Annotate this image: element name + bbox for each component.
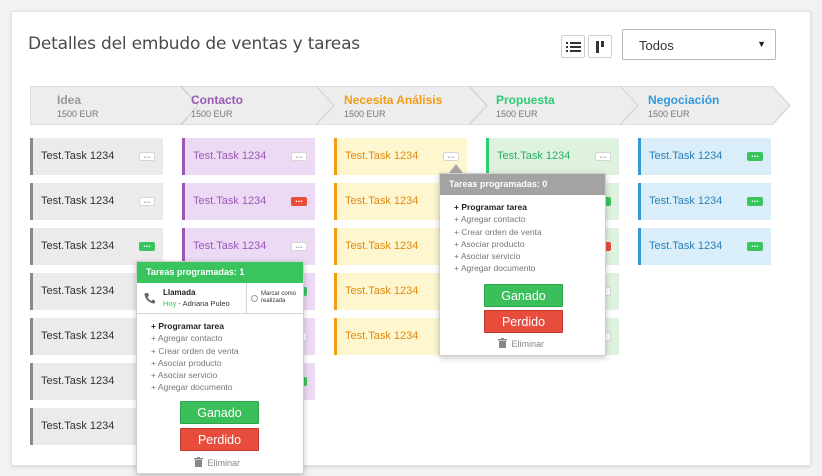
stage-amount: 1500 EUR bbox=[344, 109, 386, 119]
lost-button[interactable]: Perdido bbox=[180, 428, 259, 451]
action-create-sales-order[interactable]: + Crear orden de venta bbox=[454, 226, 542, 238]
task-when: Hoy bbox=[163, 299, 177, 308]
more-options-icon[interactable]: ... bbox=[139, 240, 155, 251]
stage-propuesta[interactable]: Propuesta 1500 EUR bbox=[469, 86, 641, 125]
stage-name: Negociación bbox=[648, 93, 720, 107]
list-icon bbox=[566, 42, 581, 52]
task-card[interactable]: Test.Task 1234... bbox=[182, 138, 315, 175]
stage-amount: 1500 EUR bbox=[496, 109, 538, 119]
action-create-sales-order[interactable]: + Crear orden de venta bbox=[151, 345, 239, 357]
more-options-icon[interactable]: ... bbox=[291, 151, 307, 161]
mark-done-label: Marcar como realizada bbox=[261, 291, 297, 304]
task-card-label: Test.Task 1234 bbox=[649, 195, 723, 207]
task-card-label: Test.Task 1234 bbox=[41, 150, 115, 162]
task-card-label: Test.Task 1234 bbox=[345, 285, 419, 297]
scheduled-tasks-popup: Tareas programadas: 1 Llamada Hoy - Adri… bbox=[136, 261, 304, 474]
trash-icon bbox=[498, 338, 507, 348]
scheduled-task-row[interactable]: Llamada Hoy - Adriana Puleo Marcar como … bbox=[137, 283, 303, 314]
task-card[interactable]: Test.Task 1234... bbox=[638, 138, 771, 175]
action-schedule-task[interactable]: + Programar tarea bbox=[151, 320, 239, 332]
delete-label: Eliminar bbox=[511, 339, 545, 349]
task-card[interactable]: Test.Task 1234... bbox=[638, 228, 771, 265]
task-card[interactable]: Test.Task 1234... bbox=[334, 138, 467, 175]
task-card-label: Test.Task 1234 bbox=[41, 195, 115, 207]
won-button[interactable]: Ganado bbox=[484, 284, 563, 307]
chevron-down-icon: ▼ bbox=[757, 39, 766, 49]
list-view-button[interactable] bbox=[561, 35, 585, 58]
more-options-icon[interactable]: ... bbox=[747, 150, 763, 161]
board-view-button[interactable] bbox=[588, 35, 612, 58]
task-card[interactable]: Test.Task 1234... bbox=[30, 228, 163, 265]
task-card[interactable]: Test.Task 1234... bbox=[30, 138, 163, 175]
stage-idea[interactable]: Idea 1500 EUR bbox=[30, 86, 200, 125]
action-associate-service[interactable]: + Asociar servicio bbox=[151, 369, 239, 381]
task-assignee: Adriana Puleo bbox=[182, 299, 230, 308]
stage-amount: 1500 EUR bbox=[648, 109, 690, 119]
popup-header: Tareas programadas: 0 bbox=[440, 174, 605, 195]
more-options-icon[interactable]: ... bbox=[443, 151, 459, 161]
task-card-label: Test.Task 1234 bbox=[41, 285, 115, 297]
task-card[interactable]: Test.Task 1234... bbox=[30, 183, 163, 220]
task-card-label: Test.Task 1234 bbox=[345, 240, 419, 252]
action-add-document[interactable]: + Agregar documento bbox=[454, 262, 542, 274]
stage-name: Idea bbox=[57, 93, 82, 107]
task-card-label: Test.Task 1234 bbox=[345, 330, 419, 342]
task-card-label: Test.Task 1234 bbox=[497, 150, 571, 162]
more-options-icon[interactable]: ... bbox=[139, 196, 155, 206]
task-card[interactable]: Test.Task 1234... bbox=[182, 228, 315, 265]
filter-select[interactable]: Todos ▼ bbox=[622, 29, 776, 60]
task-card[interactable]: Test.Task 1234... bbox=[638, 183, 771, 220]
task-card-label: Test.Task 1234 bbox=[345, 195, 419, 207]
action-associate-product[interactable]: + Asociar producto bbox=[151, 357, 239, 369]
phone-icon bbox=[144, 293, 155, 304]
stage-name: Necesita Análisis bbox=[344, 93, 443, 107]
more-options-icon[interactable]: ... bbox=[595, 151, 611, 161]
task-card[interactable]: Test.Task 1234... bbox=[182, 183, 315, 220]
task-card-label: Test.Task 1234 bbox=[649, 240, 723, 252]
stage-amount: 1500 EUR bbox=[191, 109, 233, 119]
more-options-icon[interactable]: ... bbox=[747, 195, 763, 206]
mark-done-checkbox[interactable] bbox=[251, 295, 258, 302]
task-card-label: Test.Task 1234 bbox=[41, 240, 115, 252]
filter-selected-value: Todos bbox=[639, 38, 674, 53]
stage-necesita-analisis[interactable]: Necesita Análisis 1500 EUR bbox=[316, 86, 488, 125]
task-card-label: Test.Task 1234 bbox=[41, 420, 115, 432]
more-options-icon[interactable]: ... bbox=[139, 151, 155, 161]
more-options-icon[interactable]: ... bbox=[291, 195, 307, 206]
task-card-label: Test.Task 1234 bbox=[41, 330, 115, 342]
stage-name: Propuesta bbox=[496, 93, 555, 107]
popup-actions-list: + Programar tarea + Agregar contacto + C… bbox=[137, 320, 239, 394]
scheduled-tasks-popup: Tareas programadas: 0 + Programar tarea … bbox=[439, 173, 606, 356]
delete-label: Eliminar bbox=[207, 458, 241, 468]
action-add-document[interactable]: + Agregar documento bbox=[151, 381, 239, 393]
action-add-contact[interactable]: + Agregar contacto bbox=[151, 332, 239, 344]
delete-link[interactable]: Eliminar bbox=[194, 457, 240, 468]
stage-name: Contacto bbox=[191, 93, 243, 107]
task-card-label: Test.Task 1234 bbox=[193, 195, 267, 207]
popup-actions-list: + Programar tarea + Agregar contacto + C… bbox=[440, 201, 542, 275]
task-type: Llamada bbox=[163, 288, 196, 297]
delete-link[interactable]: Eliminar bbox=[498, 338, 544, 349]
task-card-label: Test.Task 1234 bbox=[41, 375, 115, 387]
more-options-icon[interactable]: ... bbox=[291, 241, 307, 251]
action-associate-product[interactable]: + Asociar producto bbox=[454, 238, 542, 250]
more-options-icon[interactable]: ... bbox=[747, 240, 763, 251]
task-card-label: Test.Task 1234 bbox=[193, 240, 267, 252]
task-card-label: Test.Task 1234 bbox=[649, 150, 723, 162]
action-schedule-task[interactable]: + Programar tarea bbox=[454, 201, 542, 213]
task-card[interactable]: Test.Task 1234... bbox=[486, 138, 619, 175]
lost-button[interactable]: Perdido bbox=[484, 310, 563, 333]
page-title: Detalles del embudo de ventas y tareas bbox=[28, 34, 360, 54]
task-card-label: Test.Task 1234 bbox=[193, 150, 267, 162]
kanban-icon bbox=[596, 41, 604, 53]
action-associate-service[interactable]: + Asociar servicio bbox=[454, 250, 542, 262]
trash-icon bbox=[194, 457, 203, 467]
stage-amount: 1500 EUR bbox=[57, 109, 99, 119]
won-button[interactable]: Ganado bbox=[180, 401, 259, 424]
popup-pointer bbox=[449, 164, 463, 173]
stage-negociacion[interactable]: Negociación 1500 EUR bbox=[620, 86, 792, 125]
task-card-label: Test.Task 1234 bbox=[345, 150, 419, 162]
popup-header: Tareas programadas: 1 bbox=[137, 262, 303, 283]
action-add-contact[interactable]: + Agregar contacto bbox=[454, 213, 542, 225]
